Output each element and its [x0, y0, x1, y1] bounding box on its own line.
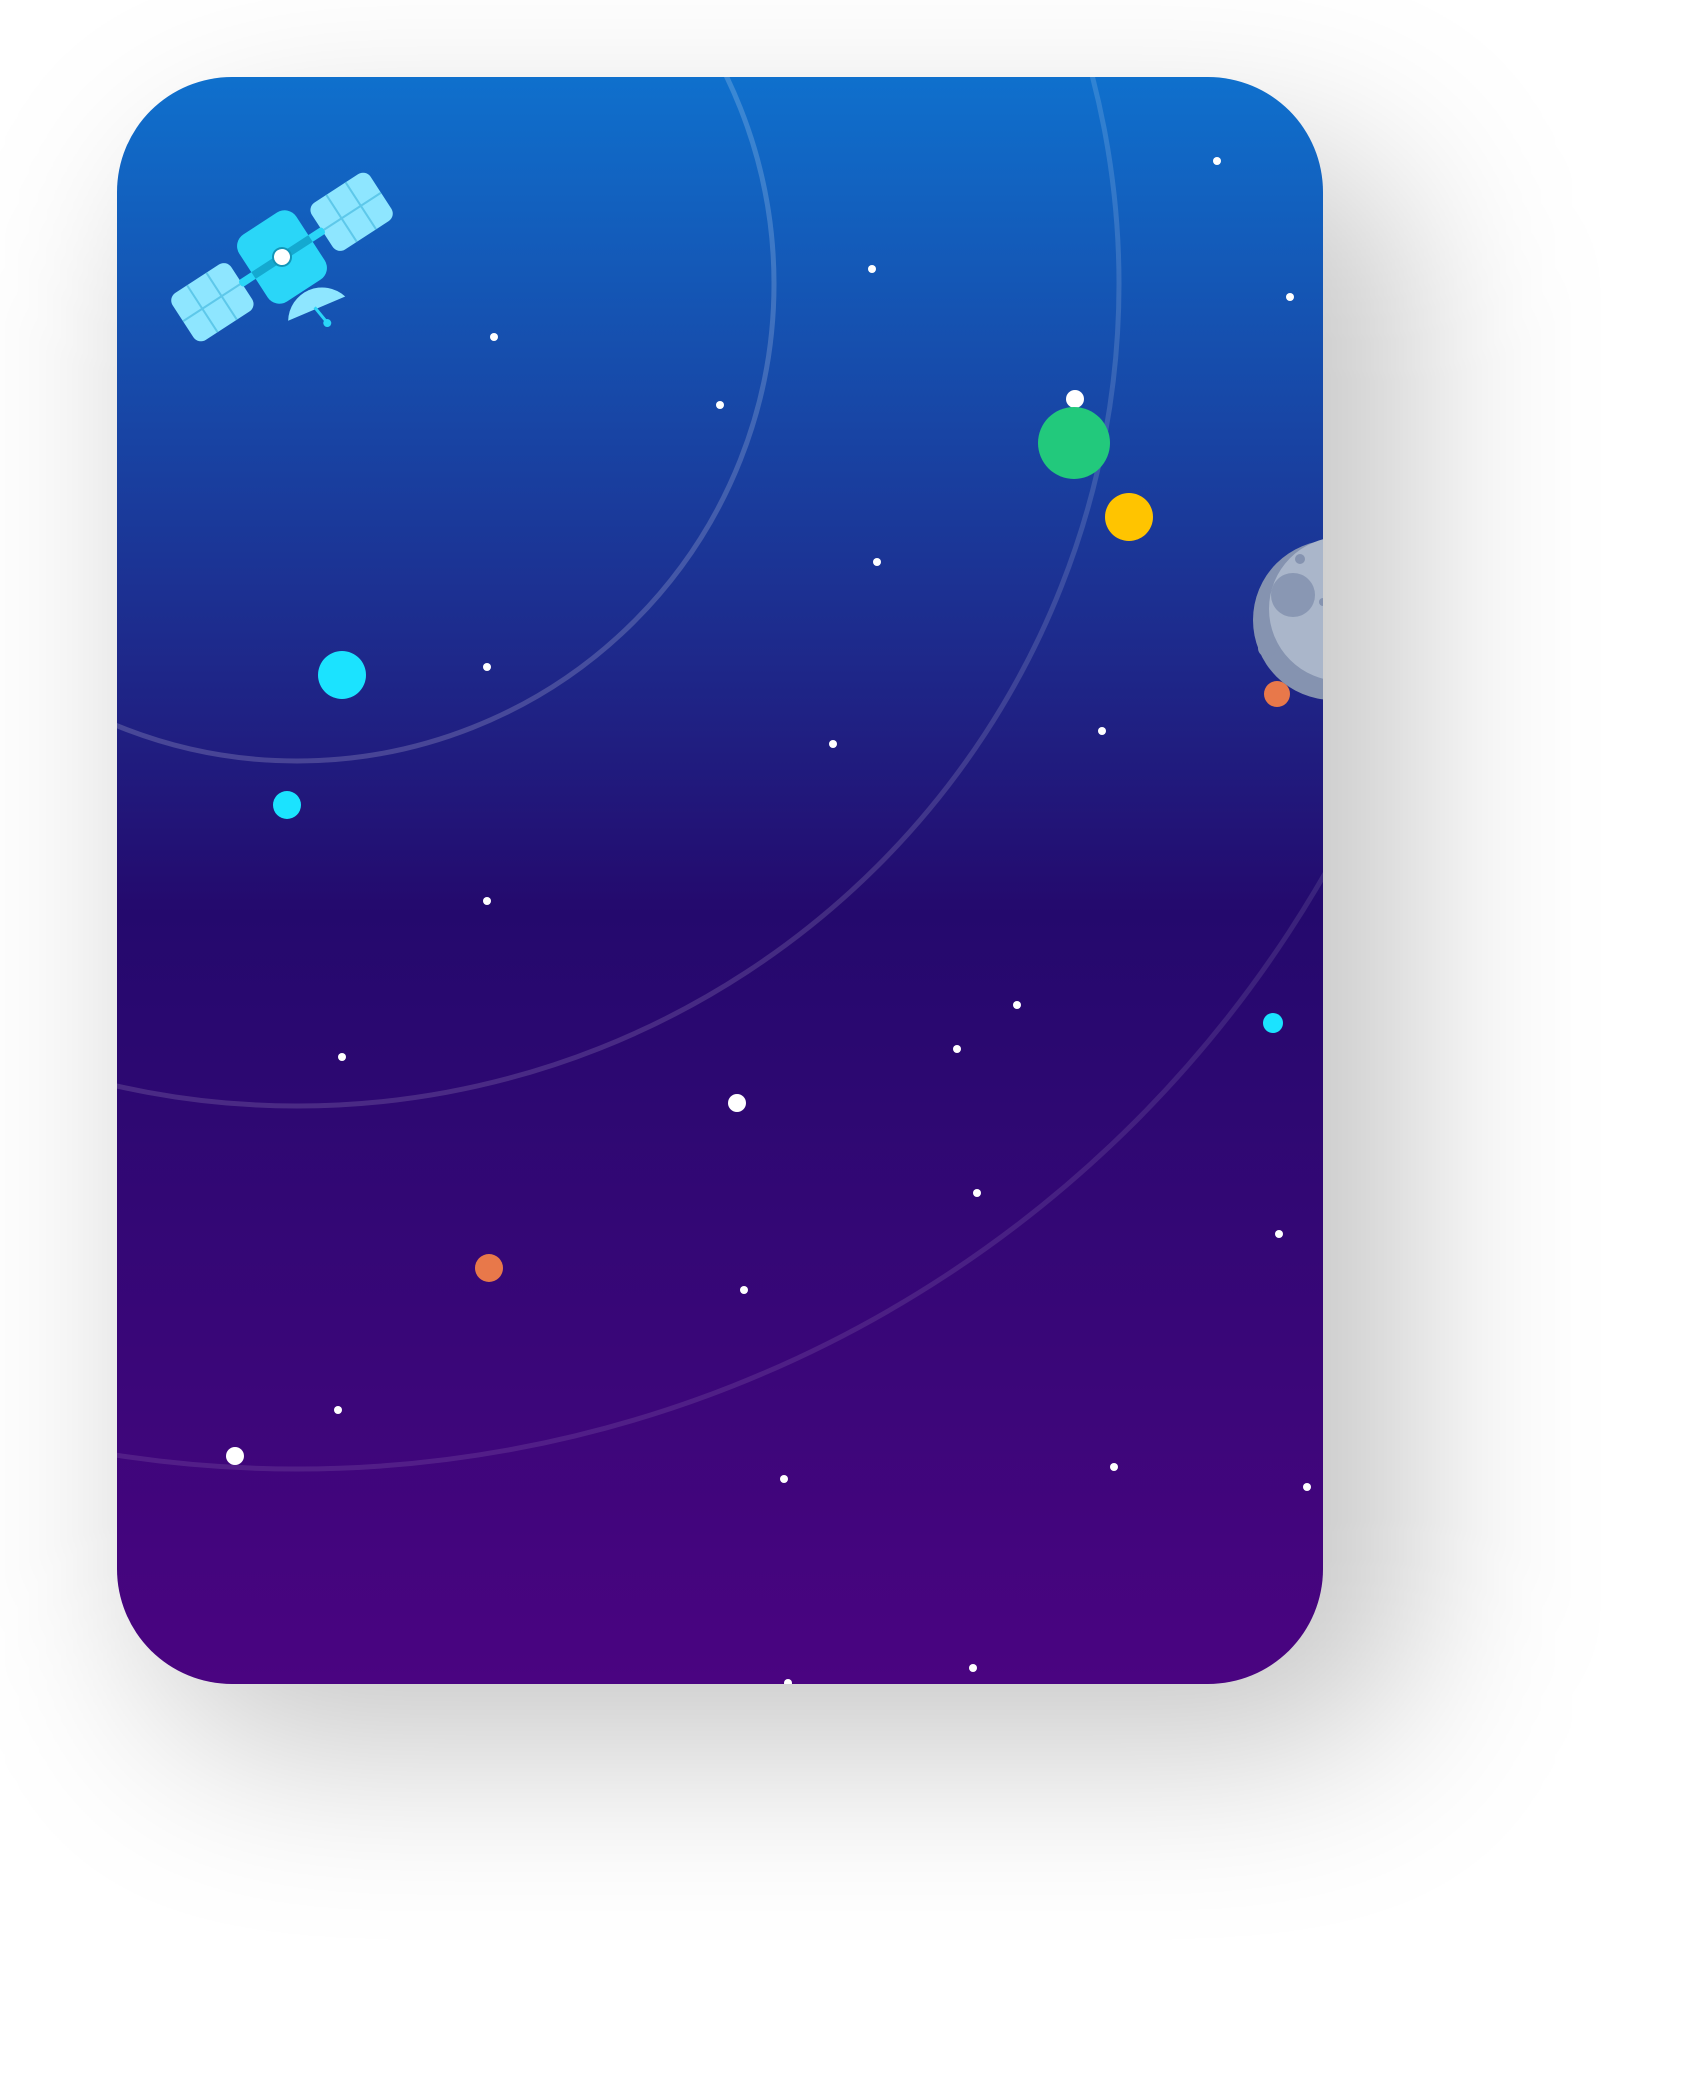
star — [973, 1189, 981, 1197]
star — [1213, 157, 1221, 165]
space-background — [117, 77, 1323, 1684]
planet-cyan-right — [1263, 1013, 1283, 1033]
star — [226, 1447, 244, 1465]
star — [780, 1475, 788, 1483]
star — [728, 1094, 746, 1112]
star — [338, 1053, 346, 1061]
planet-yellow — [1105, 493, 1153, 541]
planet-cyan-small — [273, 791, 301, 819]
space-scene — [117, 77, 1323, 1684]
planet-cyan-large — [318, 651, 366, 699]
space-card — [117, 77, 1323, 1684]
star — [1066, 390, 1084, 408]
star — [716, 401, 724, 409]
star — [829, 740, 837, 748]
star — [969, 1664, 977, 1672]
star — [490, 333, 498, 341]
star — [740, 1286, 748, 1294]
star — [1098, 727, 1106, 735]
planet-orange-moon — [1264, 681, 1290, 707]
star — [1275, 1230, 1283, 1238]
star — [1303, 1483, 1311, 1491]
stage — [0, 0, 1696, 2080]
star — [1110, 1463, 1118, 1471]
star — [483, 663, 491, 671]
star — [953, 1045, 961, 1053]
star — [1286, 293, 1294, 301]
star — [483, 897, 491, 905]
star — [868, 265, 876, 273]
star — [873, 558, 881, 566]
star — [1013, 1001, 1021, 1009]
planet-orange — [475, 1254, 503, 1282]
star — [334, 1406, 342, 1414]
planet-green — [1038, 407, 1110, 479]
